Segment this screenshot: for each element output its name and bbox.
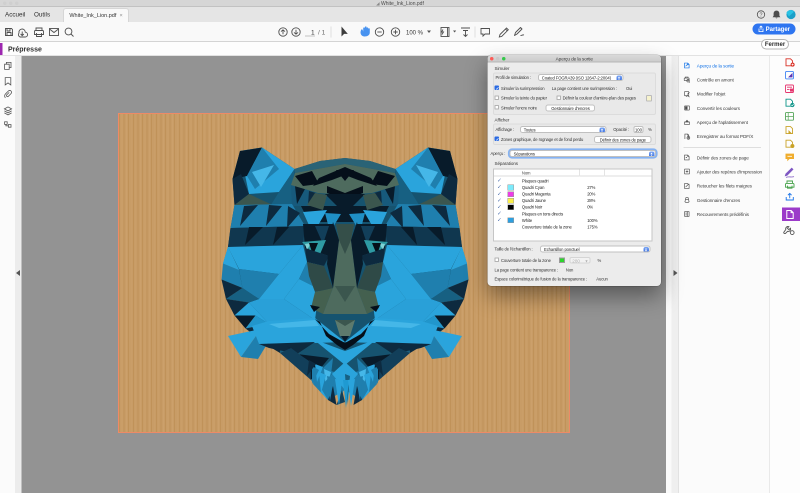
svg-text:?: ? (760, 13, 763, 19)
svg-text:1: 1 (311, 30, 315, 37)
svg-text:100 %: 100 % (406, 31, 424, 37)
svg-text:/ 1: / 1 (318, 30, 326, 37)
